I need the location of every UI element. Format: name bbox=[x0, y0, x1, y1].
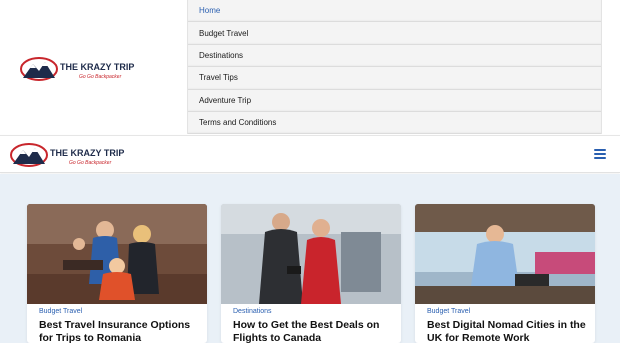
logo-tagline: Go Go Backpacker bbox=[79, 74, 122, 80]
post-category[interactable]: Destinations bbox=[233, 308, 272, 315]
header-logo[interactable]: THE KRAZY TRIP Go Go Backpacker bbox=[9, 142, 125, 168]
post-category[interactable]: Budget Travel bbox=[39, 308, 82, 315]
post-category[interactable]: Budget Travel bbox=[427, 308, 470, 315]
header-logo-title: THE KRAZY TRIP bbox=[50, 148, 124, 158]
post-title[interactable]: Best Travel Insurance Options for Trips … bbox=[39, 319, 203, 343]
nav-item-home[interactable]: Home bbox=[188, 0, 601, 23]
nav-item-destinations[interactable]: Destinations bbox=[188, 45, 601, 68]
header-logo-tagline: Go Go Backpacker bbox=[69, 160, 112, 166]
nav-item-terms[interactable]: Terms and Conditions bbox=[188, 112, 601, 135]
nav-dropdown: Home Budget Travel Destinations Travel T… bbox=[187, 0, 602, 135]
hamburger-menu-icon[interactable] bbox=[594, 149, 606, 160]
posts-section: Budget Travel Best Travel Insurance Opti… bbox=[0, 174, 620, 343]
post-card[interactable]: Budget Travel Best Digital Nomad Cities … bbox=[415, 204, 595, 343]
post-card[interactable]: Destinations How to Get the Best Deals o… bbox=[221, 204, 401, 343]
post-image-family[interactable] bbox=[27, 204, 207, 304]
site-logo[interactable]: THE KRAZY TRIP Go Go Backpacker bbox=[19, 56, 135, 82]
post-title[interactable]: How to Get the Best Deals on Flights to … bbox=[233, 319, 397, 343]
site-header: THE KRAZY TRIP Go Go Backpacker bbox=[0, 135, 620, 173]
top-region: THE KRAZY TRIP Go Go Backpacker Home Bud… bbox=[0, 0, 620, 135]
post-image-airport[interactable] bbox=[221, 204, 401, 304]
nav-item-travel-tips[interactable]: Travel Tips bbox=[188, 67, 601, 90]
post-title[interactable]: Best Digital Nomad Cities in the UK for … bbox=[427, 319, 591, 343]
nav-item-budget-travel[interactable]: Budget Travel bbox=[188, 22, 601, 45]
post-image-nomad[interactable] bbox=[415, 204, 595, 304]
post-card[interactable]: Budget Travel Best Travel Insurance Opti… bbox=[27, 204, 207, 343]
nav-item-adventure-trip[interactable]: Adventure Trip bbox=[188, 90, 601, 112]
logo-title: THE KRAZY TRIP bbox=[60, 62, 134, 72]
